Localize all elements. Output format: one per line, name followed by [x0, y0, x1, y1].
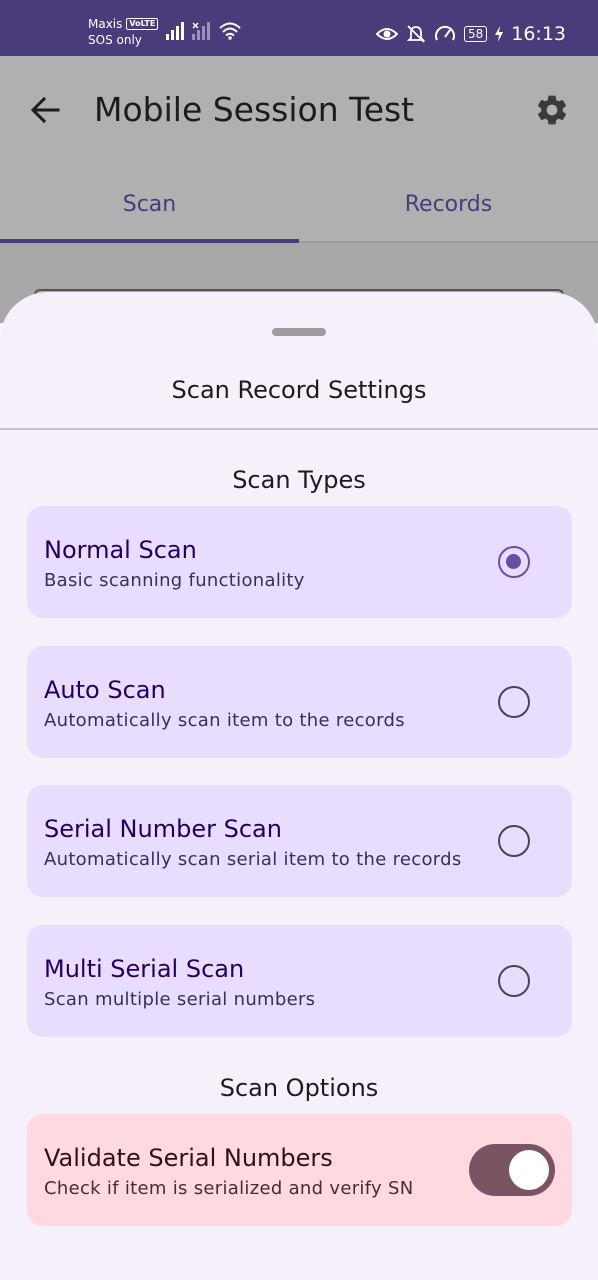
scan-type-multi-serial[interactable]: Multi Serial Scan Scan multiple serial n… [27, 925, 572, 1037]
scan-type-description: Basic scanning functionality [44, 570, 305, 591]
bell-off-icon [406, 25, 426, 43]
charging-icon [495, 26, 504, 42]
eye-icon [375, 28, 398, 40]
tab-records[interactable]: Records [299, 166, 598, 243]
scan-type-label: Serial Number Scan [44, 815, 282, 843]
carrier-name: Maxis [88, 17, 123, 31]
speed-icon [434, 25, 455, 41]
scan-types-heading: Scan Types [232, 466, 366, 494]
option-validate-serial-numbers[interactable]: Validate Serial Numbers Check if item is… [27, 1114, 572, 1226]
toggle-switch[interactable] [469, 1144, 555, 1196]
app-bar: Mobile Session Test [0, 56, 598, 166]
scan-options-heading: Scan Options [219, 1074, 379, 1102]
divider [0, 428, 598, 430]
scan-type-label: Normal Scan [44, 536, 197, 564]
scan-type-label: Multi Serial Scan [44, 955, 245, 983]
scan-type-auto[interactable]: Auto Scan Automatically scan item to the… [27, 646, 572, 758]
scan-type-description: Automatically scan item to the records [44, 710, 405, 731]
drag-handle[interactable] [272, 328, 326, 336]
radio-button[interactable] [498, 686, 530, 718]
wifi-icon [219, 22, 241, 40]
bottom-sheet: Scan Record Settings Scan Types Normal S… [0, 292, 598, 1280]
option-description: Check if item is serialized and verify S… [44, 1178, 414, 1199]
clock: 16:13 [511, 23, 566, 45]
toggle-knob [509, 1150, 549, 1190]
scan-type-description: Automatically scan serial item to the re… [44, 849, 462, 870]
sheet-title: Scan Record Settings [171, 376, 427, 404]
scan-type-description: Scan multiple serial numbers [44, 989, 316, 1010]
scan-type-serial-number[interactable]: Serial Number Scan Automatically scan se… [27, 785, 572, 897]
radio-button[interactable] [498, 825, 530, 857]
signal-icon [166, 22, 184, 40]
status-icons: 58 16:13 [375, 22, 566, 46]
carrier-info: Maxis VoLTE SOS only [88, 16, 159, 48]
tab-scan[interactable]: Scan [0, 166, 299, 243]
battery-icon: 58 [463, 26, 488, 42]
option-label: Validate Serial Numbers [44, 1144, 333, 1172]
status-bar: Maxis VoLTE SOS only 58 16:13 [0, 0, 598, 56]
page-title: Mobile Session Test [94, 90, 415, 129]
volte-badge: VoLTE [126, 18, 159, 30]
radio-button[interactable] [498, 965, 530, 997]
scan-type-label: Auto Scan [44, 676, 166, 704]
tab-bar: Scan Records [0, 166, 598, 243]
gear-icon[interactable] [534, 92, 570, 128]
scan-type-normal[interactable]: Normal Scan Basic scanning functionality [27, 506, 572, 618]
radio-button-selected[interactable] [498, 546, 530, 578]
signal-no-service-icon [192, 22, 210, 40]
back-arrow-icon[interactable] [28, 92, 64, 128]
sos-text: SOS only [88, 33, 142, 47]
